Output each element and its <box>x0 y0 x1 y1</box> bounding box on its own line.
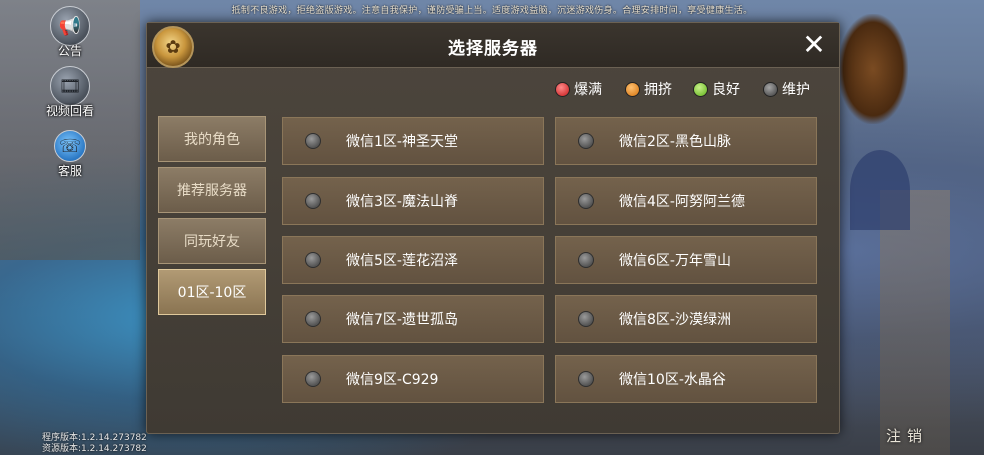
legend-busy: 拥挤 <box>625 79 672 99</box>
legend-full: 爆满 <box>555 79 602 99</box>
tab-recommended-servers[interactable]: 推荐服务器 <box>158 167 266 213</box>
server-name: 微信1区-神圣天堂 <box>346 134 458 150</box>
server-item[interactable]: 微信7区-遗世孤岛 <box>282 295 544 343</box>
tab-friends[interactable]: 同玩好友 <box>158 218 266 264</box>
server-status-dot <box>305 252 321 268</box>
server-select-dialog: ✿ 选择服务器 ✕ 爆满 拥挤 良好 维护 我的角色 推荐服务器 同玩好友 01… <box>146 22 840 434</box>
server-name: 微信2区-黑色山脉 <box>619 134 731 150</box>
dialog-title: 选择服务器 <box>448 39 538 59</box>
close-icon[interactable]: ✕ <box>799 30 829 60</box>
tab-my-characters[interactable]: 我的角色 <box>158 116 266 162</box>
server-status-dot <box>578 193 594 209</box>
server-status-dot <box>305 311 321 327</box>
server-name: 微信5区-莲花沼泽 <box>346 253 458 269</box>
background-dome <box>850 150 910 230</box>
legend-label-busy: 拥挤 <box>644 82 672 98</box>
server-name: 微信6区-万年雪山 <box>619 253 731 269</box>
film-reel-icon: 🎞 <box>50 66 90 106</box>
status-dot-maintenance <box>763 81 778 97</box>
customer-service-label: 客服 <box>57 164 82 178</box>
legend-label-maintenance: 维护 <box>782 82 810 98</box>
anti-addiction-notice: 抵制不良游戏，拒绝盗版游戏。注意自我保护，谨防受骗上当。适度游戏益脑，沉迷游戏伤… <box>231 6 753 16</box>
server-item[interactable]: 微信1区-神圣天堂 <box>282 117 544 165</box>
video-replay-button[interactable]: 🎞 视频回看 <box>40 66 100 119</box>
server-name: 微信10区-水晶谷 <box>619 372 726 388</box>
server-item[interactable]: 微信6区-万年雪山 <box>555 236 817 284</box>
server-status-dot <box>578 133 594 149</box>
legend-label-full: 爆满 <box>574 82 602 98</box>
tab-zone-01-10[interactable]: 01区-10区 <box>158 269 266 315</box>
server-item[interactable]: 微信3区-魔法山脊 <box>282 177 544 225</box>
status-dot-good <box>693 81 708 97</box>
server-item[interactable]: 微信4区-阿努阿兰德 <box>555 177 817 225</box>
server-status-dot <box>578 311 594 327</box>
server-status-dot <box>305 371 321 387</box>
server-name: 微信7区-遗世孤岛 <box>346 312 458 328</box>
server-status-dot <box>305 193 321 209</box>
server-item[interactable]: 微信5区-莲花沼泽 <box>282 236 544 284</box>
server-name: 微信8区-沙漠绿洲 <box>619 312 731 328</box>
server-status-dot <box>578 371 594 387</box>
megaphone-icon: 📢 <box>50 6 90 46</box>
legend-label-good: 良好 <box>712 82 740 98</box>
server-name: 微信9区-C929 <box>346 372 439 388</box>
server-status-dot <box>578 252 594 268</box>
server-item[interactable]: 微信8区-沙漠绿洲 <box>555 295 817 343</box>
headset-icon: ☏ <box>54 130 86 162</box>
server-name: 微信3区-魔法山脊 <box>346 194 458 210</box>
legend-maintenance: 维护 <box>763 79 810 99</box>
server-item[interactable]: 微信2区-黑色山脉 <box>555 117 817 165</box>
server-item[interactable]: 微信10区-水晶谷 <box>555 355 817 403</box>
resource-version: 资源版本:1.2.14.273782 <box>42 444 147 454</box>
game-emblem-icon <box>838 14 908 124</box>
logout-button[interactable]: 注销 <box>886 425 928 446</box>
status-dot-full <box>555 81 570 97</box>
dialog-header: ✿ 选择服务器 ✕ <box>147 23 839 68</box>
server-name: 微信4区-阿努阿兰德 <box>619 194 745 210</box>
customer-service-button[interactable]: ☏ 客服 <box>40 130 100 179</box>
server-status-dot <box>305 133 321 149</box>
status-dot-busy <box>625 81 640 97</box>
announcement-label: 公告 <box>57 44 82 58</box>
server-item[interactable]: 微信9区-C929 <box>282 355 544 403</box>
video-replay-label: 视频回看 <box>45 104 94 118</box>
announcement-button[interactable]: 📢 公告 <box>40 6 100 59</box>
legend-good: 良好 <box>693 79 740 99</box>
